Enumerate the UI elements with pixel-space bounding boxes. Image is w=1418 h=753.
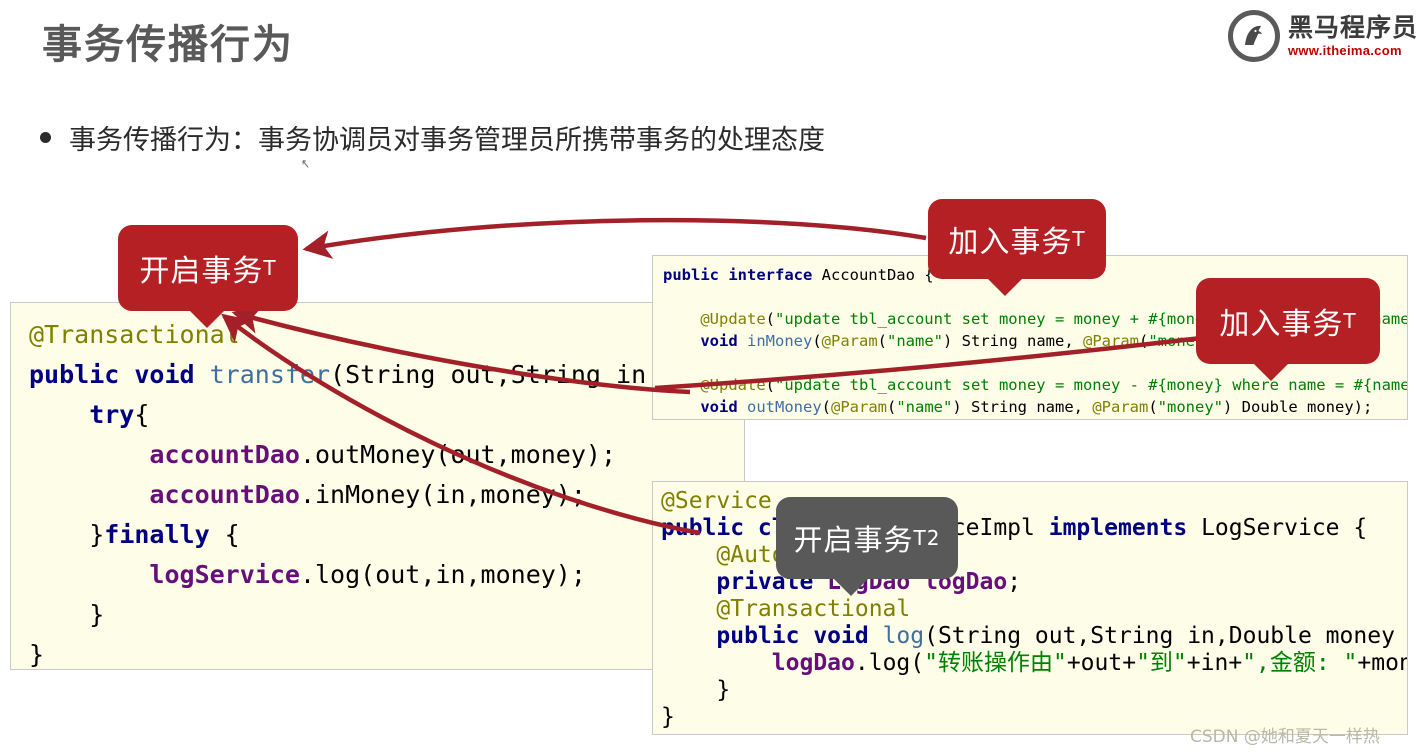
bullet-dot-icon [40, 132, 51, 143]
callout-label: 加入事务 [1219, 307, 1344, 342]
callout-label: 开启事务 [139, 254, 264, 289]
watermark: CSDN @她和夏天一样热 [1190, 727, 1380, 747]
brand-logo: 黑马程序员 www.itheima.com [1227, 10, 1418, 62]
horse-head-icon [1227, 10, 1280, 62]
callout-sublabel: T [1072, 227, 1086, 251]
page-title: 事务传播行为 [42, 22, 294, 68]
code-panel-account-service: @Transactional public void transfer(Stri… [10, 302, 745, 670]
callout-label: 开启事务 [793, 523, 914, 557]
logo-url: www.itheima.com [1287, 43, 1402, 58]
callout-start-transaction-t2: 开启事务 T2 [776, 497, 958, 596]
callout-sublabel: T2 [913, 526, 941, 550]
callout-label: 加入事务 [948, 225, 1073, 260]
callout-join-transaction-t-1: 加入事务 T [928, 199, 1106, 296]
mouse-cursor-icon: ↖ [301, 156, 310, 171]
callout-tail [832, 577, 870, 596]
callout-tail [986, 277, 1024, 296]
bullet-item: 事务传播行为：事务协调员对事务管理员所携带事务的处理态度 [40, 118, 825, 157]
callout-sublabel: T [263, 256, 277, 280]
callout-tail [1252, 362, 1290, 381]
bullet-item-label: 事务传播行为：事务协调员对事务管理员所携带事务的处理态度 [69, 125, 825, 156]
callout-join-transaction-t-2: 加入事务 T [1196, 278, 1380, 381]
callout-sublabel: T [1343, 309, 1357, 333]
code-panel-log-service-impl: @Service public class LogServiceImpl imp… [652, 481, 1408, 735]
background-gap-right [752, 420, 1418, 481]
callout-start-transaction-t: 开启事务 T [118, 225, 298, 328]
callout-tail [188, 309, 226, 328]
logo-name: 黑马程序员 [1287, 13, 1418, 42]
